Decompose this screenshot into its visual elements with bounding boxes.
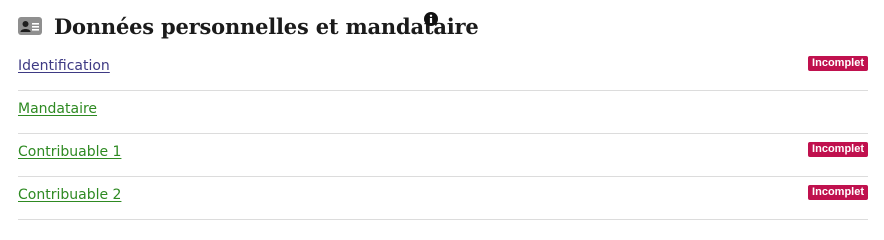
- list-item: Contribuable 2 Incomplet: [18, 177, 868, 220]
- section-header: Données personnelles et mandataire: [18, 12, 479, 40]
- mandataire-link[interactable]: Mandataire: [18, 101, 97, 117]
- info-icon[interactable]: [424, 12, 438, 26]
- personal-data-section: Données personnelles et mandataire Ident…: [0, 0, 884, 238]
- contribuable-2-link[interactable]: Contribuable 2: [18, 187, 121, 203]
- status-badge: Incomplet: [808, 185, 868, 200]
- list-item: Mandataire: [18, 91, 868, 134]
- section-title: Données personnelles et mandataire: [54, 13, 479, 39]
- status-badge: Incomplet: [808, 142, 868, 157]
- id-card-icon: [18, 17, 42, 35]
- identification-link[interactable]: Identification: [18, 58, 110, 74]
- list-item: Identification Incomplet: [18, 48, 868, 91]
- status-badge: Incomplet: [808, 56, 868, 71]
- contribuable-1-link[interactable]: Contribuable 1: [18, 144, 121, 160]
- list-item: Contribuable 1 Incomplet: [18, 134, 868, 177]
- section-list: Identification Incomplet Mandataire Cont…: [18, 48, 868, 220]
